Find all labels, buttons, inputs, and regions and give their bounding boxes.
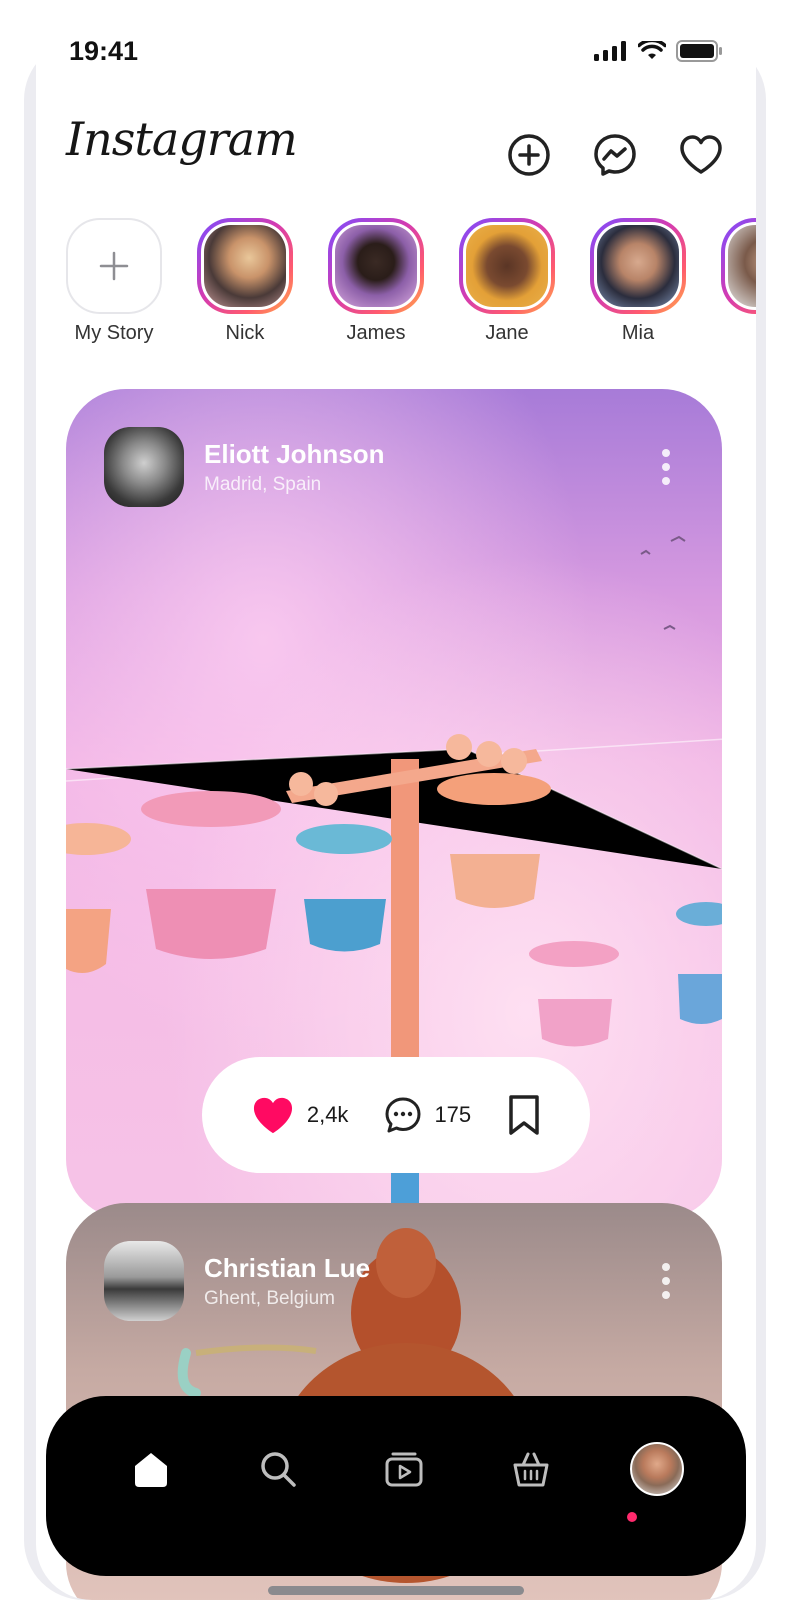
- search-icon: [260, 1452, 296, 1487]
- heart-icon: [680, 135, 722, 174]
- wifi-icon: [638, 41, 666, 59]
- more-options-button[interactable]: [662, 449, 670, 485]
- story-label: Nick: [225, 322, 265, 344]
- story-jane[interactable]: Jane: [459, 218, 555, 368]
- post-location[interactable]: Madrid, Spain: [204, 474, 385, 496]
- comment-button[interactable]: 175: [384, 1096, 471, 1134]
- story-label: Mia: [621, 322, 655, 344]
- signal-icon: [594, 41, 626, 61]
- story-partial[interactable]: N: [721, 218, 756, 368]
- messages-button[interactable]: [592, 132, 638, 178]
- post-author-name[interactable]: Eliott Johnson: [204, 439, 385, 470]
- nav-shop[interactable]: [504, 1442, 558, 1496]
- home-indicator: [268, 1586, 524, 1595]
- instagram-logo: Instagram: [66, 112, 298, 166]
- nav-home[interactable]: [124, 1442, 178, 1496]
- post-actions-bar: 2,4k 175: [202, 1057, 590, 1173]
- stories-row: My Story Nick James Jane Mia N: [66, 218, 756, 368]
- add-post-button[interactable]: [506, 132, 552, 178]
- avatar: [728, 225, 756, 307]
- more-dot-icon: [662, 1291, 670, 1299]
- status-time: 19:41: [69, 36, 139, 66]
- save-button[interactable]: [507, 1094, 541, 1136]
- reels-icon: [385, 1452, 423, 1487]
- messenger-icon: [594, 134, 636, 176]
- story-label: James: [346, 322, 406, 344]
- phone-screen: 19:41 Instagram My Story Nick James Jane…: [36, 6, 756, 1600]
- story-label: Jane: [485, 322, 529, 344]
- bottom-nav: [46, 1396, 746, 1576]
- avatar: [466, 225, 548, 307]
- avatar: [597, 225, 679, 307]
- post-header: Christian Lue Ghent, Belgium: [104, 1241, 370, 1321]
- active-indicator: [627, 1512, 637, 1522]
- more-dot-icon: [662, 449, 670, 457]
- more-dot-icon: [662, 1277, 670, 1285]
- comment-icon: [385, 1097, 421, 1133]
- home-icon: [135, 1453, 167, 1487]
- like-count: 2,4k: [306, 1102, 349, 1127]
- story-james[interactable]: James: [328, 218, 424, 368]
- shop-icon: [513, 1452, 548, 1487]
- like-button[interactable]: 2,4k: [251, 1095, 349, 1135]
- plus-icon: [99, 251, 129, 281]
- nav-search[interactable]: [251, 1442, 305, 1496]
- more-dot-icon: [662, 463, 670, 471]
- post-author-name[interactable]: Christian Lue: [204, 1253, 370, 1284]
- status-icons: [594, 40, 722, 62]
- comment-count: 175: [434, 1102, 472, 1127]
- bookmark-icon: [509, 1095, 539, 1135]
- story-nick[interactable]: Nick: [197, 218, 293, 368]
- add-story-button[interactable]: [66, 218, 162, 314]
- post-location[interactable]: Ghent, Belgium: [204, 1288, 370, 1310]
- nav-profile[interactable]: [630, 1442, 684, 1496]
- profile-avatar: [630, 1442, 684, 1496]
- post-header: Eliott Johnson Madrid, Spain: [104, 427, 385, 507]
- heart-filled-icon: [253, 1097, 292, 1134]
- avatar[interactable]: [104, 1241, 184, 1321]
- more-dot-icon: [662, 1263, 670, 1271]
- story-label: My Story: [74, 322, 154, 344]
- more-dot-icon: [662, 477, 670, 485]
- more-options-button[interactable]: [662, 1263, 670, 1299]
- notifications-button[interactable]: [678, 132, 724, 178]
- header-actions: [506, 132, 724, 178]
- story-my-story[interactable]: My Story: [66, 218, 162, 368]
- nav-reels[interactable]: [377, 1442, 431, 1496]
- avatar[interactable]: [104, 427, 184, 507]
- avatar: [204, 225, 286, 307]
- battery-icon: [676, 40, 722, 62]
- story-mia[interactable]: Mia: [590, 218, 686, 368]
- add-circle-icon: [508, 134, 550, 176]
- post-card[interactable]: Eliott Johnson Madrid, Spain 2,4k 175: [66, 389, 722, 1219]
- avatar: [335, 225, 417, 307]
